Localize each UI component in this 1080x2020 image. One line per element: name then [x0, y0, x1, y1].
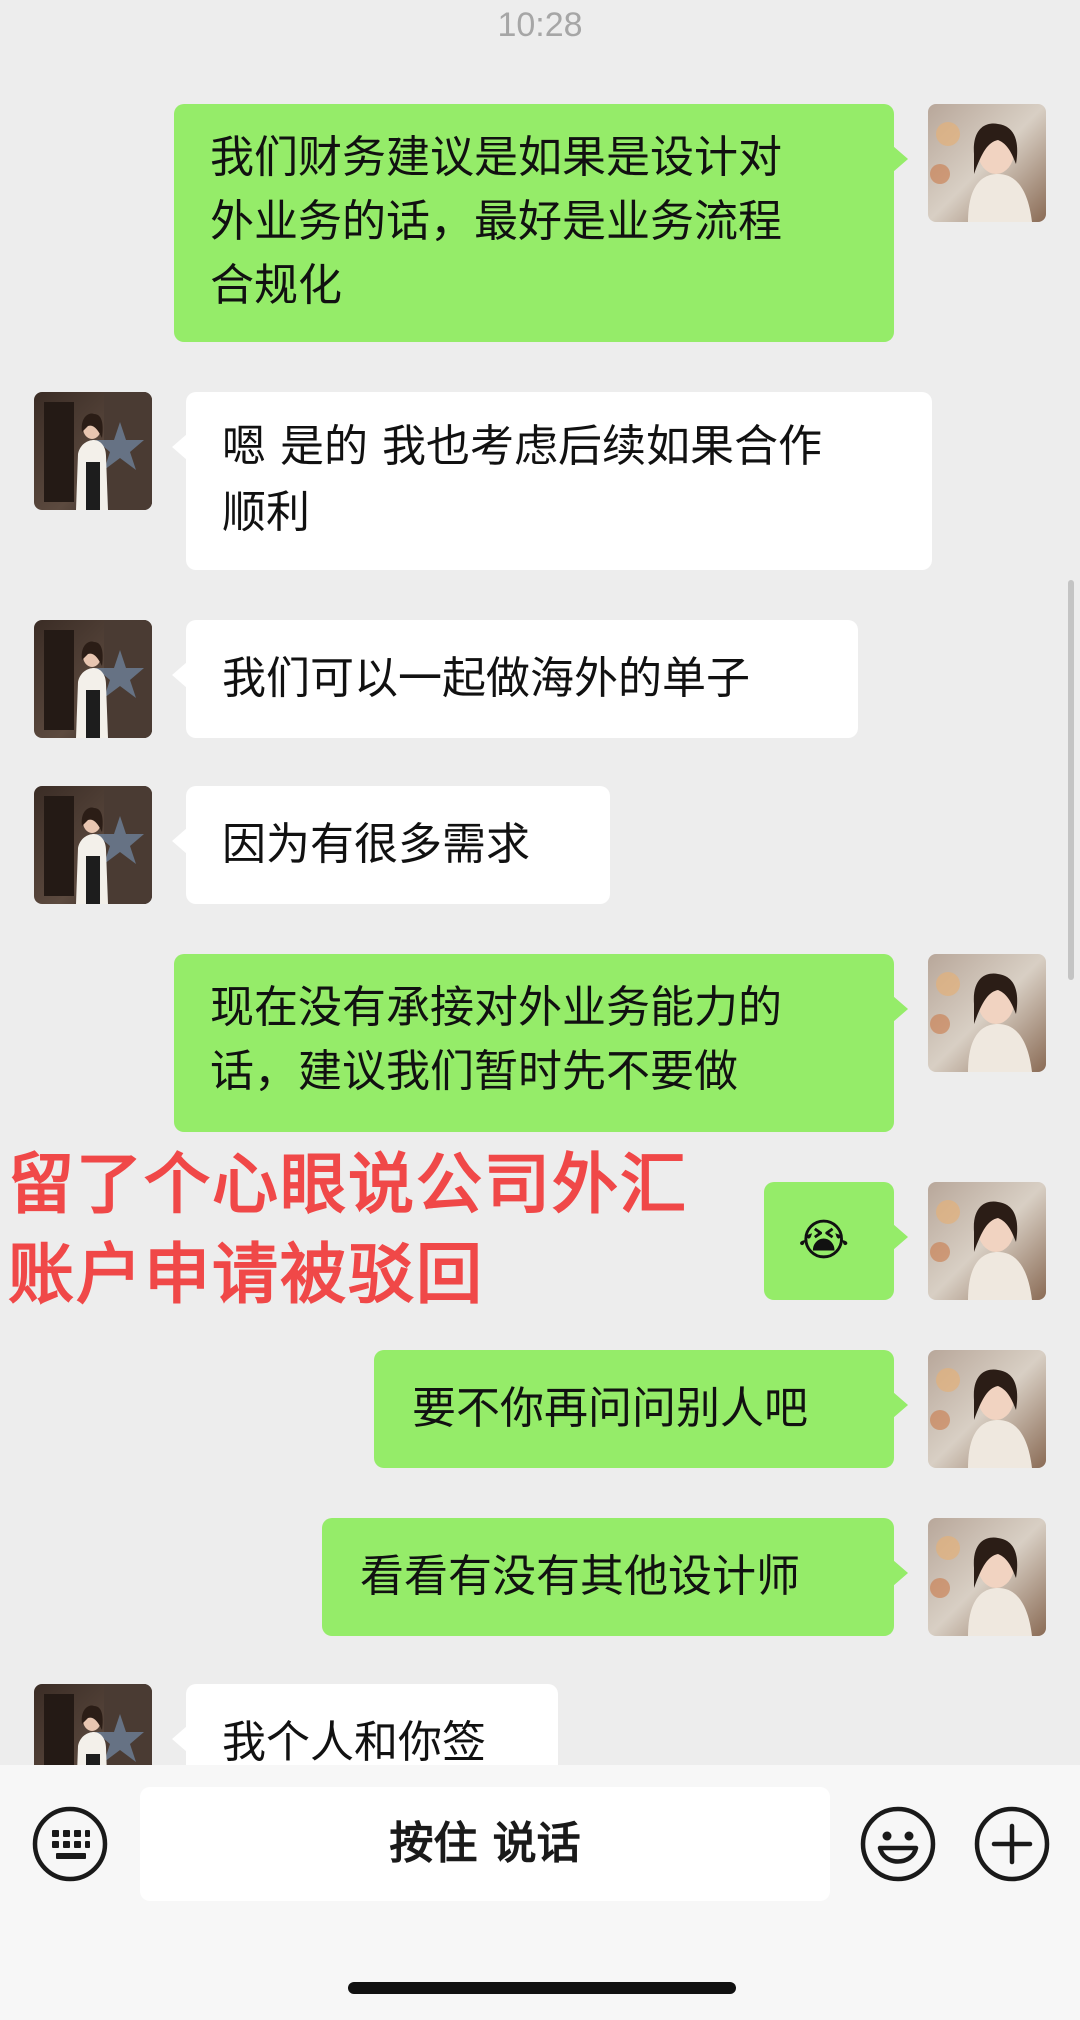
keyboard-icon[interactable]	[30, 1804, 110, 1884]
chat-scrollbar[interactable]	[1068, 580, 1074, 980]
self-avatar[interactable]	[928, 1182, 1046, 1300]
self-avatar[interactable]	[928, 1350, 1046, 1468]
home-indicator	[348, 1982, 736, 1994]
plus-icon[interactable]	[972, 1804, 1052, 1884]
self-avatar[interactable]	[928, 1518, 1046, 1636]
contact-avatar[interactable]	[34, 620, 152, 738]
message-bubble-contact[interactable]: 嗯 是的 我也考虑后续如果合作 顺利	[172, 392, 932, 570]
contact-avatar[interactable]	[34, 786, 152, 904]
hold-to-talk-button[interactable]: 按住 说话	[140, 1787, 830, 1901]
self-avatar[interactable]	[928, 954, 1046, 1072]
message-bubble-self[interactable]: 现在没有承接对外业务能力的 话，建议我们暂时先不要做	[174, 954, 908, 1132]
emoji-icon[interactable]	[858, 1804, 938, 1884]
contact-avatar[interactable]	[34, 392, 152, 510]
message-bubble-contact[interactable]: 因为有很多需求	[172, 786, 610, 904]
message-bubble-self[interactable]: 我们财务建议是如果是设计对 外业务的话，最好是业务流程 合规化	[174, 104, 908, 342]
self-avatar[interactable]	[928, 104, 1046, 222]
status-time: 10:28	[497, 6, 583, 44]
message-bubble-contact[interactable]: 我们可以一起做海外的单子	[172, 620, 858, 738]
message-bubble-self[interactable]: 要不你再问问别人吧	[374, 1350, 908, 1468]
message-bubble-self[interactable]: 看看有没有其他设计师	[322, 1518, 908, 1636]
annotation-overlay-text: 留了个心眼说公司外汇 账户申请被驳回	[8, 1146, 688, 1313]
